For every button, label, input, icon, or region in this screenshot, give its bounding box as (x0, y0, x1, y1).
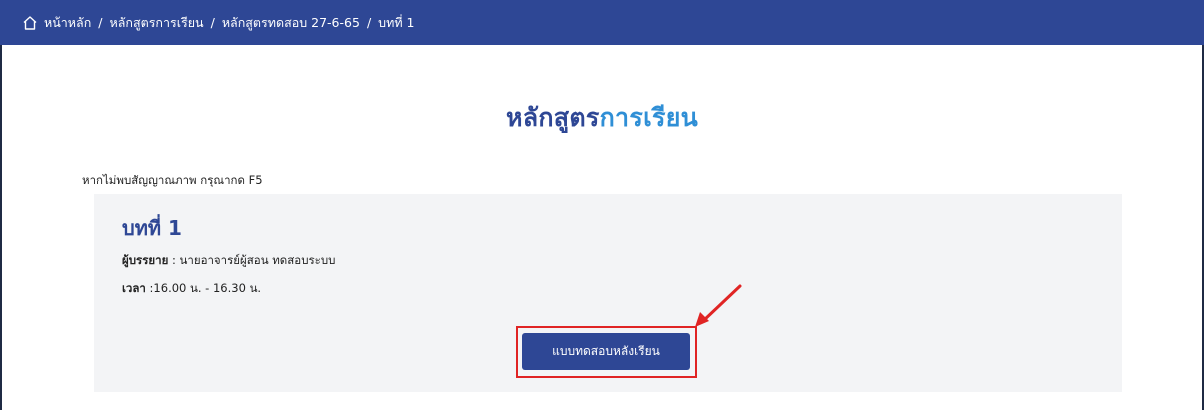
annotation-arrow-icon (695, 284, 742, 327)
